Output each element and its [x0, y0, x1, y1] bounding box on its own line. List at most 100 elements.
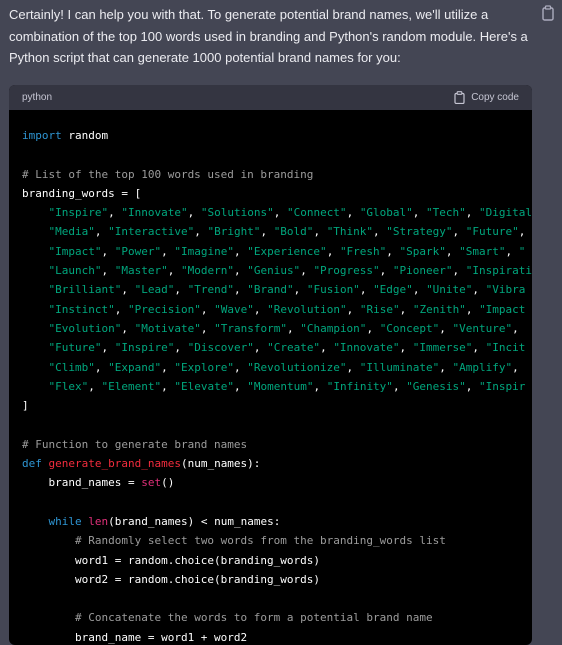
code-line: # List of the top 100 words used in bran…: [22, 165, 532, 184]
code-token: "Inspire": [48, 206, 109, 220]
code-token: "Discover": [187, 341, 254, 355]
code-token: ,: [346, 206, 360, 220]
code-token: ": [518, 244, 526, 258]
code-token: ,: [161, 244, 175, 258]
code-line: ]: [22, 396, 532, 415]
code-token: ,: [346, 360, 360, 374]
code-token: "Inspirati: [465, 264, 532, 278]
code-token: ,: [101, 341, 115, 355]
code-token: ,: [379, 264, 393, 278]
code-token: "Expand": [108, 360, 162, 374]
code-token: ,: [286, 321, 301, 335]
code-token: ,: [512, 321, 519, 335]
code-token: "Wave": [214, 302, 254, 316]
code-line: while len(brand_names) < num_names:: [22, 512, 532, 531]
code-token: ,: [253, 341, 268, 355]
code-token: ,: [465, 302, 480, 316]
code-line: "Media", "Interactive", "Bright", "Bold"…: [22, 222, 532, 241]
code-token: "Power": [114, 244, 162, 258]
code-line: # Randomly select two words from the bra…: [22, 531, 532, 550]
code-token: "Transform": [214, 321, 287, 335]
code-line: "Impact", "Power", "Imagine", "Experienc…: [22, 242, 532, 261]
code-token: "Connect": [286, 206, 347, 220]
code-token: "Vibra: [485, 283, 526, 297]
code-block-header: python Copy code: [9, 85, 532, 110]
code-token: ,: [445, 244, 460, 258]
code-token: "Flex": [48, 379, 89, 393]
copy-code-label: Copy code: [471, 92, 519, 103]
code-line: brand_names = set(): [22, 473, 532, 492]
code-token: "Instinct": [48, 302, 115, 316]
code-token: generate_brand_names: [48, 457, 181, 471]
code-token: "Impact": [48, 244, 102, 258]
code-token: "Create": [267, 341, 321, 355]
code-token: ,: [366, 321, 380, 335]
code-line: def generate_brand_names(num_names):: [22, 454, 532, 473]
code-token: "Explore": [174, 360, 234, 374]
code-token: ,: [392, 379, 407, 393]
code-token: "Strategy": [386, 225, 453, 239]
code-token: ,: [167, 264, 181, 278]
code-token: "Imagine": [174, 244, 234, 258]
code-token: ,: [101, 264, 115, 278]
code-token: ,: [233, 264, 248, 278]
code-token: "Incit: [485, 341, 526, 355]
code-token: ,: [161, 379, 175, 393]
clipboard-icon: [542, 5, 554, 21]
code-token: "Rise": [359, 302, 400, 316]
code-token: "Global": [359, 206, 413, 220]
code-token: (brand_names) < num_names:: [108, 514, 281, 528]
code-token: set: [141, 476, 162, 490]
code-line: "Flex", "Element", "Elevate", "Momentum"…: [22, 377, 532, 396]
code-token: ,: [472, 341, 486, 355]
copy-code-button[interactable]: Copy code: [454, 91, 519, 104]
code-token: # List of the top 100 words used in bran…: [22, 167, 314, 181]
code-token: "Spark": [399, 244, 446, 258]
code-token: "Illuminate": [359, 360, 440, 374]
code-token: "Momentum": [247, 379, 314, 393]
code-token: "Climb": [48, 360, 95, 374]
assistant-message-text: Certainly! I can help you with that. To …: [9, 7, 528, 65]
code-token: ,: [253, 302, 268, 316]
copy-message-button[interactable]: [541, 5, 555, 21]
code-line: # Function to generate brand names: [22, 435, 532, 454]
code-token: ,: [346, 302, 360, 316]
code-token: ,: [465, 379, 480, 393]
code-line: "Instinct", "Precision", "Wave", "Revolu…: [22, 300, 532, 319]
code-token: ,: [260, 225, 274, 239]
code-token: ,: [465, 206, 480, 220]
code-token: brand_name = word1 + word2: [22, 630, 248, 644]
code-token: word2 = random.choice(branding_words): [22, 572, 321, 586]
code-token: "Smart": [459, 244, 506, 258]
code-line: "Inspire", "Innovate", "Solutions", "Con…: [22, 203, 533, 222]
code-token: "Innovate": [333, 341, 400, 355]
code-token: ,: [233, 244, 248, 258]
code-token: "Impact: [479, 302, 526, 316]
code-token: brand_names =: [22, 476, 142, 490]
code-line: word1 = random.choice(branding_words): [22, 551, 532, 570]
code-token: ,: [439, 321, 453, 335]
code-token: "Venture": [452, 321, 513, 335]
code-token: ,: [121, 283, 135, 297]
code-line: branding_words = [: [22, 184, 532, 203]
code-token: "Experience": [247, 244, 327, 258]
code-token: "Future": [465, 225, 519, 239]
code-token: "Progress": [313, 264, 380, 278]
code-token: (num_names):: [180, 457, 261, 471]
code-token: "Elevate": [174, 379, 234, 393]
code-line: # Concatenate the words to form a potent…: [22, 608, 532, 627]
code-token: "Genesis": [406, 379, 466, 393]
code-token: "Brand": [247, 283, 294, 297]
code-token: import: [22, 129, 62, 142]
code-line: "Climb", "Expand", "Explore", "Revolutio…: [22, 358, 532, 377]
code-token: # Randomly select two words from the bra…: [74, 534, 446, 548]
